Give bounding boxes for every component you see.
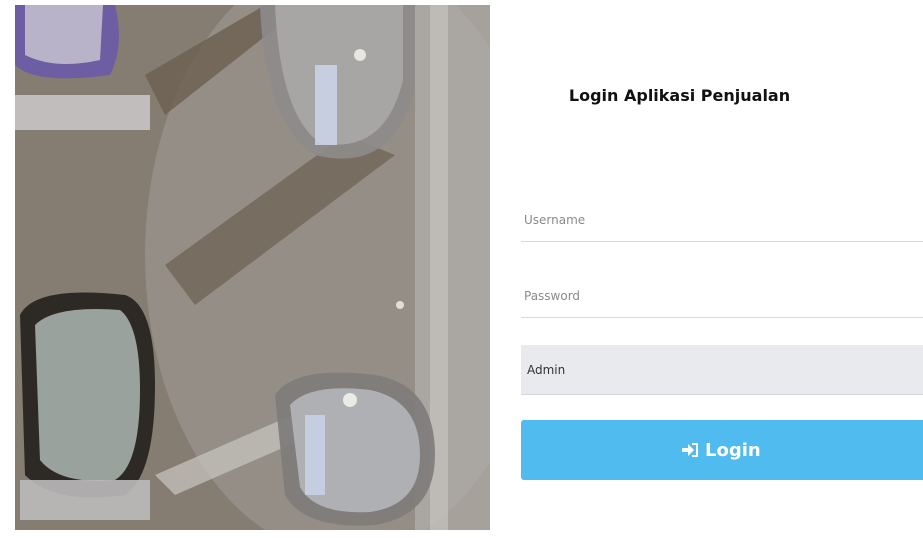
password-input[interactable] bbox=[521, 274, 923, 318]
login-button-label: Login bbox=[705, 439, 761, 461]
role-select-value: Admin bbox=[527, 362, 566, 377]
login-title: Login Aplikasi Penjualan bbox=[568, 86, 791, 105]
login-button[interactable]: Login bbox=[521, 420, 923, 480]
sign-in-icon bbox=[681, 442, 699, 458]
username-input[interactable] bbox=[521, 198, 923, 242]
login-page: Login Aplikasi Penjualan Admin Login bbox=[0, 0, 923, 538]
eyeglasses-display-photo bbox=[15, 5, 490, 530]
role-select[interactable]: Admin bbox=[521, 345, 923, 395]
login-form: Login Aplikasi Penjualan Admin Login bbox=[521, 0, 923, 538]
